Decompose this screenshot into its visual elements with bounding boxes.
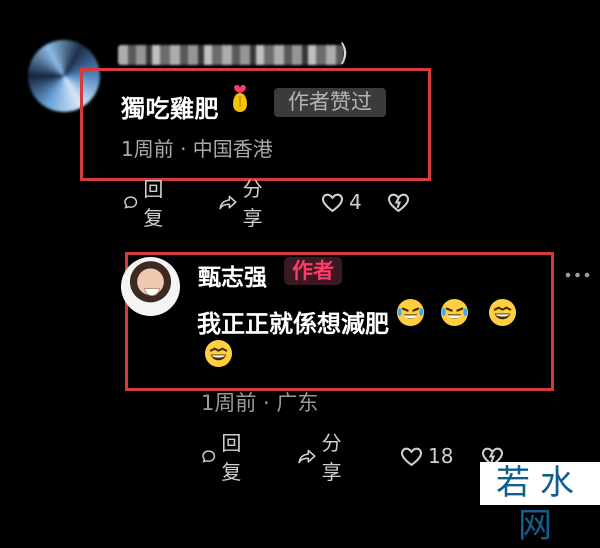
reply-label: 回复 bbox=[143, 177, 164, 230]
heart-icon bbox=[401, 447, 422, 466]
laughing-emoji-icon bbox=[204, 339, 233, 368]
author-badge: 作者 bbox=[284, 257, 342, 285]
share-icon bbox=[219, 195, 237, 209]
share-label: 分享 bbox=[242, 177, 263, 230]
reply-label: 回复 bbox=[221, 431, 242, 484]
crying-laughing-emoji-icon bbox=[440, 298, 469, 327]
gift-icon bbox=[233, 85, 247, 112]
reply-button[interactable]: 回复 bbox=[122, 177, 171, 230]
share-button[interactable]: 分享 bbox=[297, 431, 350, 484]
dislike-icon bbox=[388, 193, 409, 212]
like-button[interactable]: 4 bbox=[320, 187, 362, 217]
top-comment-username[interactable]: 獨吃雞肥 bbox=[121, 89, 219, 124]
reply-icon bbox=[202, 449, 216, 463]
highlight-box-top-comment bbox=[80, 68, 431, 181]
more-icon[interactable] bbox=[564, 271, 591, 279]
reply-icon bbox=[124, 195, 138, 209]
crying-laughing-emoji-icon bbox=[396, 298, 425, 327]
watermark: 若水网 bbox=[480, 462, 600, 546]
like-count: 18 bbox=[428, 444, 454, 468]
reply-username[interactable]: 甄志强 bbox=[198, 258, 267, 292]
share-icon bbox=[298, 449, 316, 463]
share-button[interactable]: 分享 bbox=[218, 177, 271, 230]
username-paren: ) bbox=[339, 39, 349, 67]
heart-icon bbox=[322, 193, 343, 212]
author-liked-badge: 作者赞过 bbox=[274, 88, 386, 117]
laughing-emoji-icon bbox=[488, 298, 517, 327]
like-count: 4 bbox=[349, 190, 362, 214]
like-button[interactable]: 18 bbox=[399, 441, 453, 471]
reply-button[interactable]: 回复 bbox=[200, 431, 249, 484]
reply-avatar[interactable] bbox=[121, 257, 180, 316]
share-label: 分享 bbox=[321, 431, 342, 484]
reply-meta: 1周前 · 广东 bbox=[201, 391, 319, 415]
dislike-button[interactable] bbox=[386, 187, 411, 217]
top-comment-meta: 1周前 · 中国香港 bbox=[121, 137, 273, 161]
reply-text: 我正正就係想減肥 bbox=[197, 310, 389, 338]
blurred-username bbox=[118, 45, 344, 65]
